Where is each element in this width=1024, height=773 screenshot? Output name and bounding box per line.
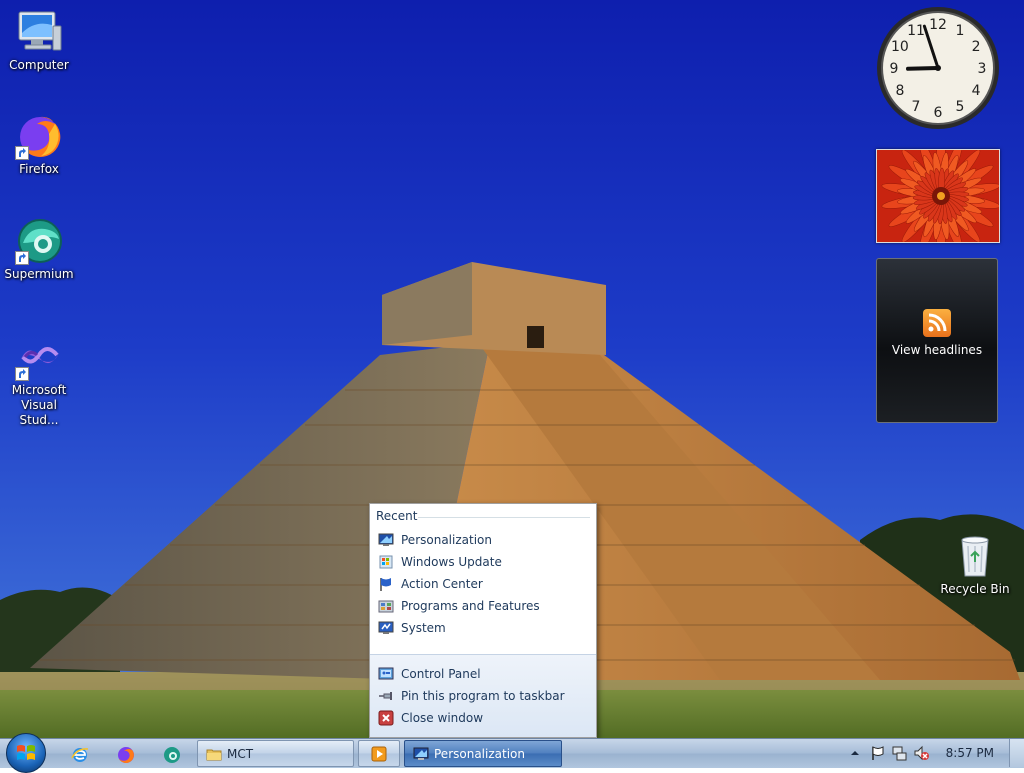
desktop-icon-recycle-bin[interactable]: Recycle Bin	[937, 532, 1013, 597]
clock-gadget[interactable]: 1 2 3 4 5 6 7 8 9 10 11 12	[874, 6, 1002, 134]
jump-item-action-center[interactable]: Action Center	[376, 574, 590, 594]
jump-item-windows-update[interactable]: Windows Update	[376, 552, 590, 572]
jump-list-divider	[418, 517, 590, 518]
desktop-icon-firefox[interactable]: Firefox	[1, 112, 77, 177]
recycle-bin-icon	[951, 532, 999, 580]
clock-numeral: 6	[934, 105, 943, 121]
action-center-flag-icon[interactable]	[869, 745, 885, 761]
clock-numeral: 12	[929, 17, 947, 33]
clock-hour-hand	[906, 66, 940, 71]
jump-item-label: System	[401, 621, 446, 635]
jump-task-label: Control Panel	[401, 667, 481, 681]
taskbar-button-personalization[interactable]: Personalization	[404, 740, 562, 767]
action-center-flag-icon	[380, 578, 391, 591]
clock-numeral: 4	[972, 83, 981, 99]
folder-icon	[206, 749, 222, 761]
clock-numeral: 5	[956, 99, 965, 115]
internet-explorer-icon	[71, 748, 89, 762]
jump-item-label: Action Center	[401, 577, 483, 591]
shortcut-arrow-icon	[15, 251, 29, 265]
system-icon	[378, 621, 394, 634]
windows-update-icon	[379, 555, 393, 569]
desktop-icon-supermium[interactable]: Supermium	[1, 217, 77, 282]
flower-photo	[877, 150, 999, 242]
desktop-icon-label: Microsoft Visual Stud...	[11, 383, 67, 427]
windows-logo-icon	[17, 745, 35, 760]
personalization-jump-list: Recent Personalization Windows Update Ac…	[369, 503, 597, 738]
clock-numeral: 11	[907, 23, 925, 39]
jump-task-label: Close window	[401, 711, 484, 725]
show-desktop-button[interactable]	[1009, 739, 1024, 767]
show-hidden-icons-arrow[interactable]	[847, 745, 863, 761]
clock-numeral: 7	[912, 99, 921, 115]
desktop-icon-label: Computer	[9, 58, 69, 72]
desktop-icon-label: Supermium	[4, 267, 74, 281]
feed-label: View headlines	[891, 343, 983, 357]
clock-numeral: 10	[891, 39, 909, 55]
pin-icon	[379, 692, 392, 700]
taskbar-button-label: MCT	[227, 747, 254, 761]
jump-task-pin-to-taskbar[interactable]: Pin this program to taskbar	[376, 686, 590, 706]
start-button[interactable]	[6, 733, 46, 773]
slideshow-gadget[interactable]	[876, 149, 1000, 243]
jump-task-control-panel[interactable]: Control Panel	[376, 664, 590, 684]
jump-item-label: Personalization	[401, 533, 492, 547]
computer-icon	[15, 8, 63, 56]
desktop-icon-computer[interactable]: Computer	[1, 8, 77, 73]
clock-numeral: 8	[895, 83, 904, 99]
programs-features-icon	[378, 600, 394, 613]
jump-item-label: Windows Update	[401, 555, 502, 569]
taskbar-pin-supermium[interactable]	[152, 741, 190, 767]
personalization-icon	[378, 533, 394, 546]
control-panel-icon	[378, 667, 394, 680]
supermium-icon	[15, 217, 63, 265]
clock-numeral: 2	[972, 39, 981, 55]
taskbar-clock[interactable]: 8:57 PM	[946, 746, 994, 760]
shortcut-arrow-icon	[15, 367, 29, 381]
visual-studio-icon	[15, 333, 63, 381]
rss-icon	[923, 309, 951, 337]
close-window-icon	[378, 710, 394, 726]
jump-item-personalization[interactable]: Personalization	[376, 530, 590, 550]
clock-numeral: 1	[956, 23, 965, 39]
feed-headlines-gadget[interactable]: View headlines	[876, 258, 998, 423]
jump-item-label: Programs and Features	[401, 599, 540, 613]
taskbar-button-label: Personalization	[434, 747, 525, 761]
jump-item-system[interactable]: System	[376, 618, 590, 638]
network-icon[interactable]	[891, 745, 907, 761]
notification-area: 8:57 PM	[839, 739, 1024, 767]
supermium-icon	[164, 747, 180, 763]
jump-task-close-window[interactable]: Close window	[376, 708, 590, 728]
personalization-icon	[413, 747, 429, 760]
jump-item-programs-features[interactable]: Programs and Features	[376, 596, 590, 616]
clock-numeral: 9	[890, 61, 899, 77]
jump-task-label: Pin this program to taskbar	[401, 689, 565, 703]
taskbar-pin-firefox[interactable]	[106, 741, 144, 767]
firefox-icon	[118, 747, 134, 763]
desktop-icon-label: Firefox	[19, 162, 59, 176]
firefox-icon	[15, 112, 63, 160]
taskbar-pin-internet-explorer[interactable]	[60, 741, 98, 767]
media-player-icon	[371, 746, 387, 762]
taskbar-button-media-player[interactable]	[358, 740, 400, 767]
clock-numeral: 3	[978, 61, 987, 77]
taskbar-button-mct[interactable]: MCT	[197, 740, 354, 767]
taskbar: MCT Personalization 8:57 PM	[0, 733, 1024, 773]
jump-list-recent-heading: Recent	[376, 509, 418, 523]
desktop-icon-label: Recycle Bin	[940, 582, 1010, 596]
volume-muted-icon[interactable]	[913, 745, 929, 761]
shortcut-arrow-icon	[15, 146, 29, 160]
desktop-icon-visual-studio[interactable]: Microsoft Visual Stud...	[1, 333, 77, 428]
